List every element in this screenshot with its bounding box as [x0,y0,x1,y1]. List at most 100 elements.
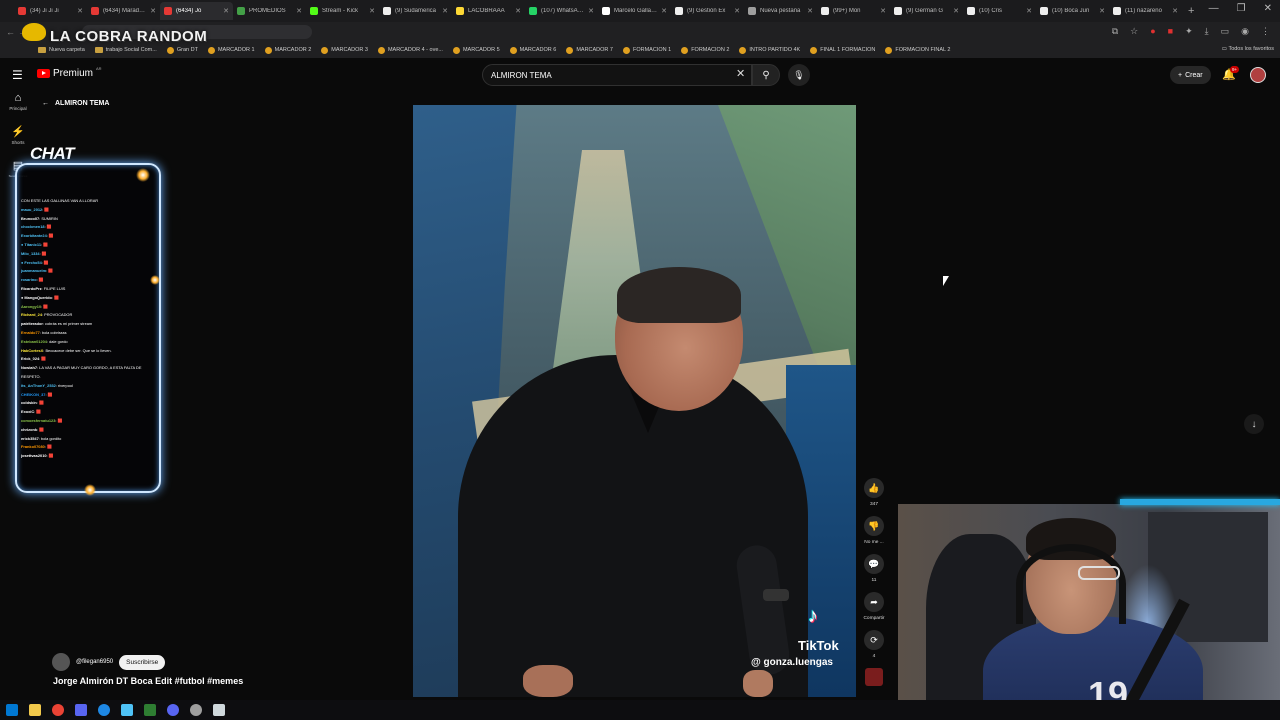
tab-close-icon[interactable]: ✕ [734,7,740,15]
search-input[interactable]: ALMIRON TEMA [482,64,752,86]
new-tab-button[interactable]: + [1188,5,1194,17]
app-icon[interactable] [144,704,156,716]
more-icon[interactable]: ⋮ [1261,26,1270,37]
bookmark-item[interactable]: MARCADOR 6 [509,46,556,54]
create-button[interactable]: + Crear [1170,66,1211,84]
extension-icon[interactable]: ■ [1168,26,1173,37]
close-window-button[interactable]: ✕ [1264,3,1272,14]
bookmark-item[interactable]: MARCADOR 3 [321,46,368,54]
app-icon[interactable] [75,704,87,716]
remix-button[interactable]: ⟳ 4 [864,630,884,659]
nav-item-home[interactable]: ⌂ Principal [0,92,36,111]
channel-name[interactable]: @filegan6950 [76,659,113,665]
browser-tab[interactable]: (107) WhatsApp ✕ [525,2,598,20]
browser-tab[interactable]: Nueva pestaña ✕ [744,2,817,20]
download-icon[interactable]: ⤓ [1205,26,1209,37]
tab-close-icon[interactable]: ✕ [1172,7,1178,15]
browser-tab[interactable]: (10) Boca Jun ✕ [1036,2,1109,20]
bookmark-item[interactable]: Gran DT [166,46,198,54]
windows-start-icon[interactable] [6,704,18,716]
record-icon[interactable]: ● [1150,26,1155,37]
tab-close-icon[interactable]: ✕ [442,7,448,15]
maximize-button[interactable]: ❐ [1237,3,1246,14]
youtube-logo[interactable]: Premium AR [37,66,102,79]
app-icon[interactable] [121,704,133,716]
browser-tab[interactable]: (10) Cris ✕ [963,2,1036,20]
browser-tab[interactable]: (99+) Mon ✕ [817,2,890,20]
cast-icon[interactable]: ⧉ [1112,26,1118,37]
share-button[interactable]: ➦ Compartir [863,592,885,621]
bookmark-item[interactable]: Nueva carpeta [38,47,85,53]
minimize-button[interactable]: — [1209,3,1219,14]
chrome-icon[interactable] [52,704,64,716]
bookmark-item[interactable]: trabajo Social Com... [94,47,157,53]
edge-icon[interactable] [98,704,110,716]
tab-close-icon[interactable]: ✕ [369,7,375,15]
discord-icon[interactable] [167,704,179,716]
remix-count: 4 [872,654,876,659]
chat-username: Esteban01204 [21,338,47,344]
hamburger-menu-icon[interactable]: ☰ [12,68,23,82]
bookmark-item[interactable]: FINAL 1 FORMACION [810,46,875,54]
star-icon[interactable]: ☆ [1130,26,1138,37]
bookmark-item[interactable]: MARCADOR 1 [207,46,255,54]
tab-close-icon[interactable]: ✕ [77,7,83,15]
search-button[interactable]: ⚲ [752,64,780,86]
browser-tab[interactable]: (9) Gestión Ex ✕ [671,2,744,20]
sidepanel-icon[interactable]: ▭ [1221,26,1230,37]
comments-button[interactable]: 💬 11 [864,554,884,583]
like-button[interactable]: 👍 347 [864,478,884,507]
tab-close-icon[interactable]: ✕ [880,7,886,15]
tab-close-icon[interactable]: ✕ [807,7,813,15]
app-icon[interactable] [213,704,225,716]
tab-close-icon[interactable]: ✕ [661,7,667,15]
browser-tab[interactable]: (6434) Maradona ✕ [87,2,160,20]
tab-close-icon[interactable]: ✕ [1026,7,1032,15]
browser-tab[interactable]: (34) Ji Ji Ji ✕ [14,2,87,20]
tab-close-icon[interactable]: ✕ [296,7,302,15]
browser-tab[interactable]: Stream - Kick ✕ [306,2,379,20]
browser-tab[interactable]: (6434) Jo ✕ [160,2,233,20]
chat-message: its_AnThonY_2532: riverpool [21,382,155,391]
channel-avatar[interactable] [52,653,70,671]
next-short-button[interactable]: ↓ [1244,414,1264,434]
bookmark-item[interactable]: MARCADOR 2 [264,46,311,54]
chat-text: : 🟥 [45,391,53,397]
tab-close-icon[interactable]: ✕ [588,7,594,15]
bookmark-item[interactable]: MARCADOR 7 [566,46,613,54]
search-results-back[interactable]: ← ALMIRON TEMA [42,100,109,107]
dislike-button[interactable]: 👎 No me ... [864,516,884,545]
browser-tab[interactable]: Marcelo Gallardo ✕ [598,2,671,20]
chat-username: erick3547 [21,435,39,441]
browser-tab[interactable]: LACOBRAAA ✕ [452,2,525,20]
tab-close-icon[interactable]: ✕ [953,7,959,15]
bookmark-item[interactable]: INTRO PARTIDO 4K [739,46,800,54]
browser-tab[interactable]: (9) Sudamerica ✕ [379,2,452,20]
profile-icon[interactable]: ◉ [1241,26,1249,37]
subscribe-button[interactable]: Suscribirse [119,654,166,670]
clear-search-icon[interactable]: ✕ [736,67,745,80]
all-bookmarks[interactable]: ▭ Todos los favoritos [1222,46,1274,52]
browser-tab[interactable]: (11) nazareno ✕ [1109,2,1182,20]
bookmark-item[interactable]: FORMACION FINAL 2 [885,46,950,54]
nav-item-shorts[interactable]: ⚡ Shorts [0,125,36,145]
back-icon[interactable]: ← [6,27,18,37]
account-avatar[interactable] [1250,67,1266,83]
tab-close-icon[interactable]: ✕ [1099,7,1105,15]
remix-icon: ⟳ [864,630,884,650]
voice-search-button[interactable]: 🎙 [788,64,810,86]
file-explorer-icon[interactable] [29,704,41,716]
puzzle-icon[interactable]: ✦ [1185,26,1193,37]
browser-tab[interactable]: (9) Germán G ✕ [890,2,963,20]
bookmark-item[interactable]: FORMACION 1 [622,46,671,54]
sound-thumbnail[interactable] [865,668,883,686]
bookmark-item[interactable]: MARCADOR 5 [452,46,500,54]
obs-icon[interactable] [190,704,202,716]
browser-tab[interactable]: PROMEDIOS ✕ [233,2,306,20]
short-video-player[interactable]: ♪ TikTok @ gonza.luengas [413,105,856,697]
tab-close-icon[interactable]: ✕ [515,7,521,15]
tab-close-icon[interactable]: ✕ [150,7,156,15]
bookmark-item[interactable]: FORMACION 2 [681,46,729,54]
bookmark-item[interactable]: MARCADOR 4 - ove... [377,46,443,54]
tab-close-icon[interactable]: ✕ [223,7,229,15]
